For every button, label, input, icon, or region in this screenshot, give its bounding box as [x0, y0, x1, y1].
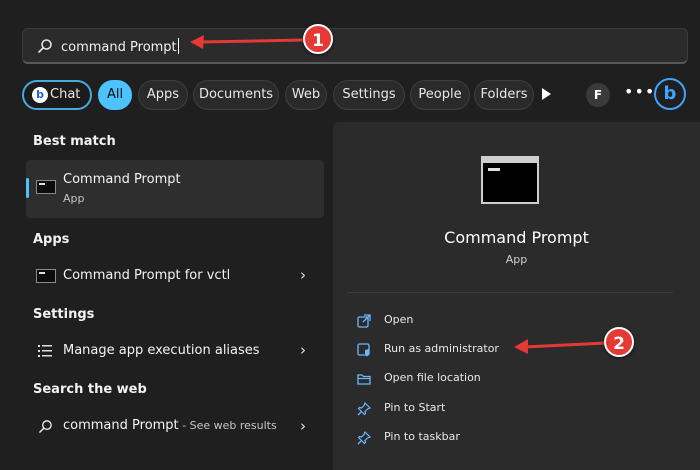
- bing-icon[interactable]: b: [654, 78, 686, 110]
- settings-result-title: Manage app execution aliases: [63, 343, 260, 358]
- detail-title: Command Prompt: [444, 228, 589, 247]
- apps-result-label: Command Prompt for vctl: [63, 268, 230, 283]
- annotation-badge-2: 2: [604, 327, 634, 357]
- annotation-badge-1: 1: [303, 24, 333, 54]
- play-icon[interactable]: [542, 88, 551, 100]
- section-title-best-match: Best match: [33, 134, 116, 149]
- cmd-icon: [36, 180, 56, 194]
- web-result-suffix: - See web results: [178, 419, 277, 432]
- action-run-as-administrator-label: Run as administrator: [384, 342, 499, 355]
- search-box[interactable]: command Prompt: [22, 28, 688, 64]
- pin-icon: [357, 431, 371, 445]
- search-icon: [39, 420, 52, 433]
- open-icon: [357, 314, 371, 328]
- detail-type: App: [505, 253, 528, 266]
- action-pin-to-taskbar-label: Pin to taskbar: [384, 430, 460, 443]
- chevron-right-icon: ›: [300, 341, 306, 359]
- action-pin-to-start[interactable]: Pin to Start: [357, 400, 657, 422]
- section-title-apps: Apps: [33, 232, 70, 247]
- chat-filter-chip[interactable]: b Chat: [22, 80, 92, 110]
- chevron-right-icon: ›: [300, 266, 306, 284]
- text-caret: [177, 38, 179, 54]
- best-match-result[interactable]: Command Prompt App: [26, 160, 324, 218]
- filter-chip-people[interactable]: People: [410, 80, 470, 110]
- search-input-value: command Prompt: [61, 40, 177, 55]
- filter-chip-apps[interactable]: Apps: [138, 80, 188, 110]
- divider: [347, 292, 673, 293]
- apps-result-title: Command Prompt: [63, 268, 181, 283]
- section-title-search-web: Search the web: [33, 382, 147, 397]
- web-result-label: command Prompt - See web results: [63, 418, 277, 433]
- more-icon[interactable]: •••: [624, 82, 655, 101]
- action-open-file-location[interactable]: Open file location: [357, 370, 657, 392]
- annotation-arrow-1: [190, 35, 305, 49]
- filter-chip-settings[interactable]: Settings: [333, 80, 405, 110]
- cmd-app-icon: [481, 156, 539, 204]
- shield-icon: [357, 343, 370, 357]
- section-title-settings: Settings: [33, 307, 95, 322]
- action-pin-to-taskbar[interactable]: Pin to taskbar: [357, 429, 657, 451]
- annotation-arrow-2: [514, 339, 607, 354]
- selection-indicator: [26, 178, 29, 198]
- settings-list-icon: [38, 345, 52, 357]
- action-open-file-location-label: Open file location: [384, 371, 481, 384]
- bing-chat-icon: b: [32, 87, 48, 103]
- filter-chip-web[interactable]: Web: [285, 80, 327, 110]
- action-open-label: Open: [384, 313, 414, 326]
- search-icon: [38, 39, 52, 53]
- search-results-list: Best match Command Prompt App Apps Comma…: [0, 120, 330, 470]
- web-result-title: command Prompt: [63, 418, 179, 433]
- action-pin-to-start-label: Pin to Start: [384, 401, 446, 414]
- best-match-subtitle: App: [63, 192, 85, 205]
- folder-icon: [357, 374, 371, 385]
- web-result-item[interactable]: command Prompt - See web results ›: [26, 412, 324, 442]
- result-detail-panel: Command Prompt App Open Run as administr…: [333, 122, 700, 470]
- best-match-title: Command Prompt: [63, 172, 181, 187]
- chat-chip-label: Chat: [50, 87, 81, 102]
- settings-result-item[interactable]: Manage app execution aliases ›: [26, 336, 324, 366]
- apps-result-item[interactable]: Command Prompt for vctl ›: [26, 261, 324, 291]
- apps-result-suffix: for vctl: [180, 268, 231, 283]
- avatar[interactable]: F: [586, 83, 610, 107]
- pin-icon: [357, 402, 371, 416]
- filter-chip-documents[interactable]: Documents: [193, 80, 279, 110]
- cmd-icon: [36, 269, 56, 283]
- filter-chip-all[interactable]: All: [98, 80, 132, 110]
- filter-chip-folders[interactable]: Folders: [474, 80, 534, 110]
- search-input[interactable]: command Prompt: [61, 38, 179, 55]
- chevron-right-icon: ›: [300, 417, 306, 435]
